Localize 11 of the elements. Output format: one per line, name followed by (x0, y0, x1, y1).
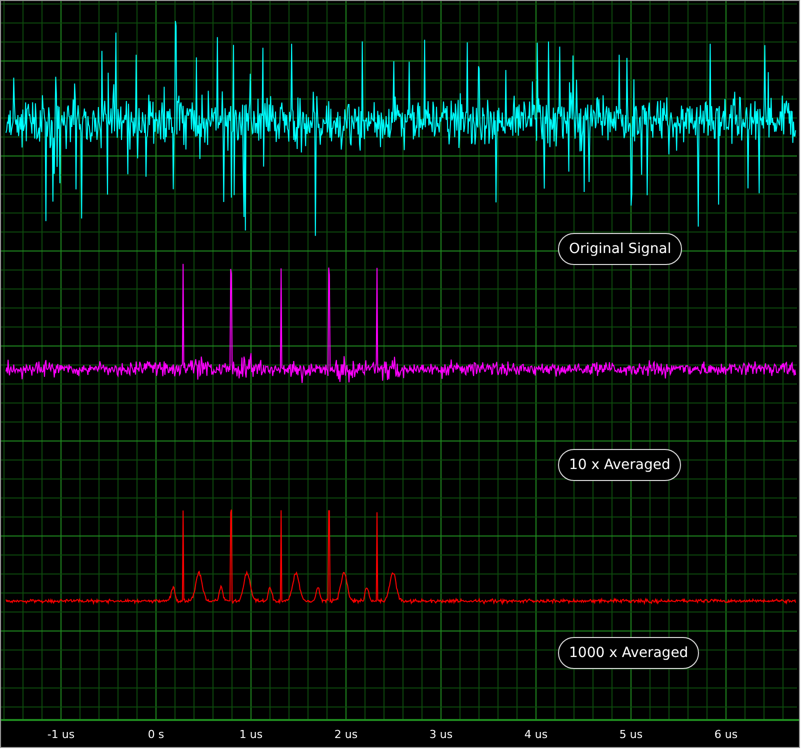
axis-tick-label: 3 us (429, 728, 453, 741)
axis-tick-label: -1 us (47, 728, 75, 741)
trace-label: 10 x Averaged (558, 449, 682, 481)
axis-tick-label: 2 us (334, 728, 358, 741)
trace-label: Original Signal (558, 233, 682, 265)
axis-tick-label: 4 us (524, 728, 548, 741)
axis-tick-label: 5 us (619, 728, 643, 741)
axis-tick-label: 0 s (148, 728, 164, 741)
axis-tick-label: 6 us (714, 728, 738, 741)
trace-label: 1000 x Averaged (558, 637, 700, 669)
axis-tick-label: 1 us (239, 728, 263, 741)
